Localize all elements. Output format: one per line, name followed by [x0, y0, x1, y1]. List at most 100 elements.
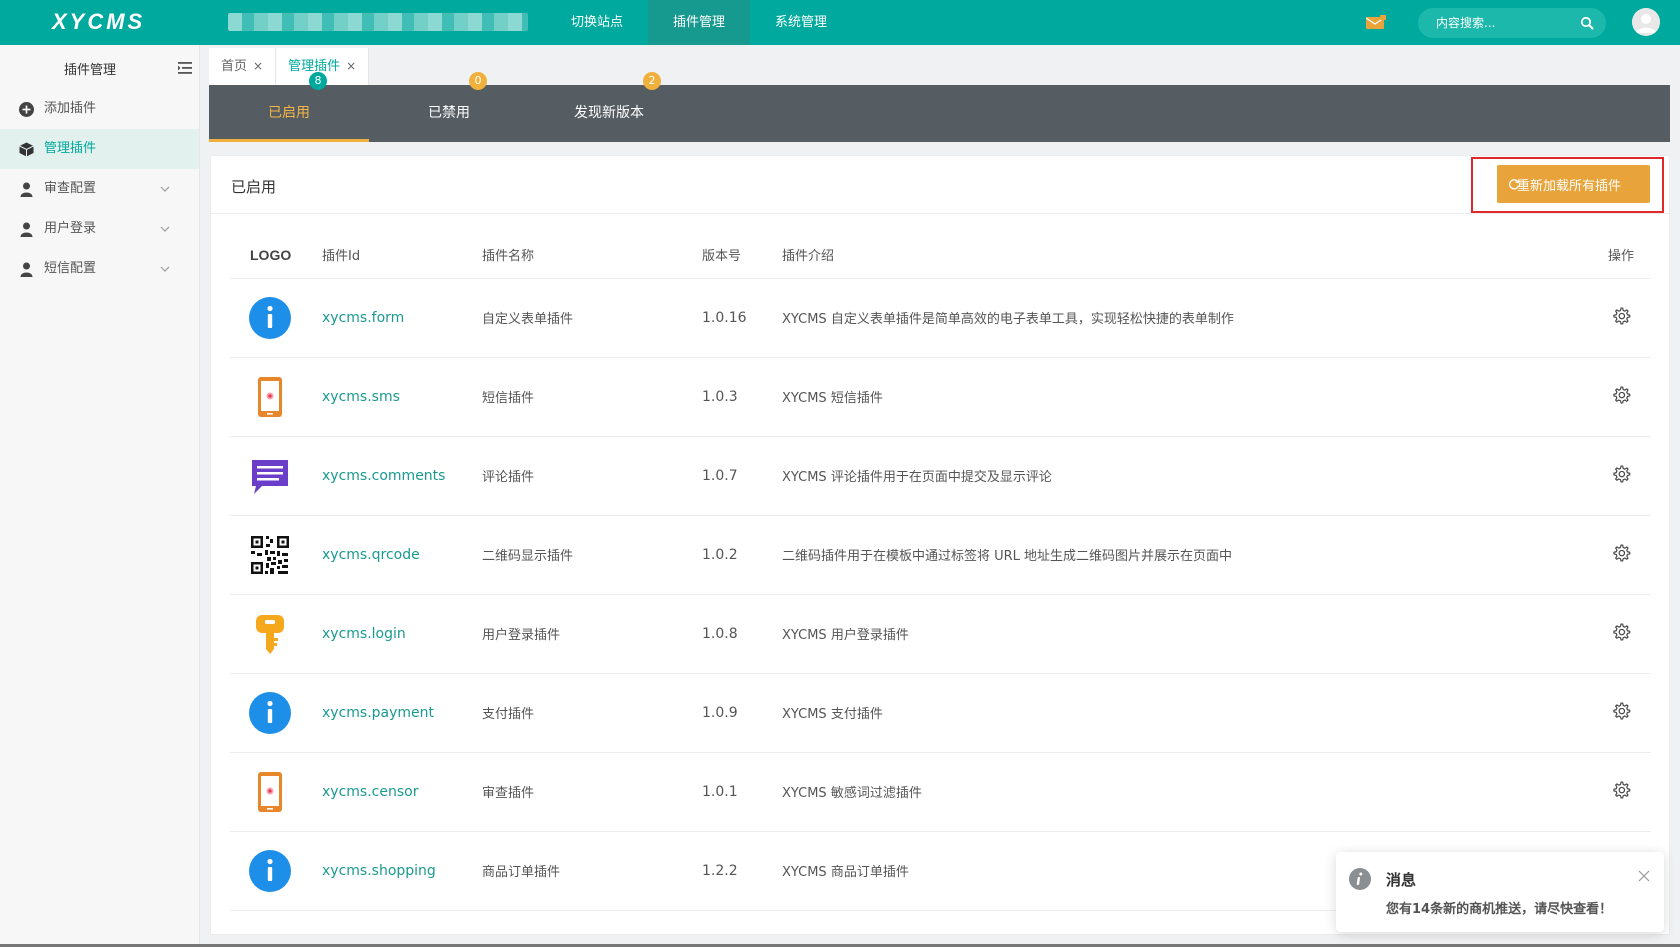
chevron-down-icon: [160, 226, 170, 232]
plugin-version: 1.0.3: [702, 357, 782, 437]
plugin-actions-cell: [1591, 673, 1651, 753]
notification-toast: 消息 您有14条新的商机推送，请尽快查看！: [1336, 852, 1664, 932]
brand-logo[interactable]: XYCMS: [52, 9, 145, 35]
plugin-id-link[interactable]: xycms.form: [322, 278, 482, 358]
plugin-id-link[interactable]: xycms.qrcode: [322, 515, 482, 595]
plugin-logo-cell: [230, 673, 322, 753]
topnav-system-management[interactable]: 系统管理: [750, 0, 852, 45]
close-icon[interactable]: ×: [346, 59, 356, 73]
count-badge: 8: [309, 72, 327, 90]
plugin-version: 1.0.7: [702, 436, 782, 516]
info-icon: [1349, 868, 1371, 890]
sidebar-item-add-plugin[interactable]: 添加插件: [0, 89, 199, 129]
plugin-description: XYCMS 自定义表单插件是简单高效的电子表单工具，实现轻松快捷的表单制作: [782, 278, 1591, 358]
plugin-description: XYCMS 敏感词过滤插件: [782, 752, 1591, 832]
plugin-version: 1.2.2: [702, 831, 782, 911]
sidebar-item-censor-config[interactable]: 审查配置: [0, 169, 199, 209]
reload-all-plugins-button[interactable]: 重新加载所有插件: [1497, 165, 1650, 203]
search-input[interactable]: [1436, 8, 1576, 38]
plugin-description: XYCMS 短信插件: [782, 357, 1591, 437]
plugin-id-link[interactable]: xycms.censor: [322, 752, 482, 832]
close-icon[interactable]: ×: [253, 59, 263, 73]
notification-title: 消息: [1386, 871, 1417, 889]
plugin-name: 二维码显示插件: [482, 515, 702, 595]
page-tabs: 首页 × 管理插件 ×: [209, 48, 370, 85]
plugin-version: 1.0.2: [702, 515, 782, 595]
plugin-actions-cell: [1591, 752, 1651, 832]
column-header-id: 插件Id: [322, 232, 482, 279]
sidebar-item-manage-plugin[interactable]: 管理插件: [0, 129, 199, 169]
plugin-id-link[interactable]: xycms.shopping: [322, 831, 482, 911]
plugin-version: 1.0.16: [702, 278, 782, 358]
plugin-logo-cell: [230, 831, 322, 911]
close-icon[interactable]: [1638, 870, 1650, 882]
plugin-description: XYCMS 用户登录插件: [782, 594, 1591, 674]
gear-icon[interactable]: [1611, 385, 1631, 405]
blurred-site-name: [228, 13, 528, 31]
sidebar-item-user-login[interactable]: 用户登录: [0, 209, 199, 249]
sidebar-item-sms-config[interactable]: 短信配置: [0, 249, 199, 289]
mail-icon[interactable]: [1366, 15, 1386, 30]
plugin-table: LOGO 插件Id 插件名称 版本号 插件介绍 操作 xycms.form 自定义…: [230, 232, 1651, 911]
plugin-logo-cell: [230, 594, 322, 674]
plugin-id-link[interactable]: xycms.login: [322, 594, 482, 674]
avatar[interactable]: [1632, 8, 1660, 36]
plugin-logo-cell: [230, 515, 322, 595]
top-bar: XYCMS 切换站点 插件管理 系统管理: [0, 0, 1680, 45]
table-row: xycms.login 用户登录插件 1.0.8 XYCMS 用户登录插件: [230, 594, 1651, 674]
count-badge: 0: [469, 72, 487, 90]
plugin-status-tabs: 已启用 8 已禁用 0 发现新版本 2: [209, 72, 1670, 142]
plugin-id-link[interactable]: xycms.comments: [322, 436, 482, 516]
table-row: xycms.qrcode 二维码显示插件 1.0.2 二维码插件用于在模板中通过标签将…: [230, 515, 1651, 595]
plugin-name: 评论插件: [482, 436, 702, 516]
topnav-plugin-management[interactable]: 插件管理: [648, 0, 751, 45]
plugin-version: 1.0.9: [702, 673, 782, 753]
user-icon: [20, 262, 33, 277]
reload-label: 重新加载所有插件: [1517, 178, 1622, 194]
plugin-name: 支付插件: [482, 673, 702, 753]
plugin-actions-cell: [1591, 436, 1651, 516]
search-box: [1418, 8, 1606, 38]
cube-icon: [19, 142, 34, 157]
tab-home[interactable]: 首页 ×: [209, 48, 277, 85]
key-icon: [248, 612, 292, 656]
chevron-down-icon: [160, 186, 170, 192]
plugin-id-link[interactable]: xycms.payment: [322, 673, 482, 753]
user-avatar-icon: [1632, 8, 1660, 36]
tab-enabled[interactable]: 已启用 8: [209, 72, 369, 142]
plugin-version: 1.0.8: [702, 594, 782, 674]
plugin-id-link[interactable]: xycms.sms: [322, 357, 482, 437]
tab-disabled[interactable]: 已禁用 0: [369, 72, 529, 142]
sidebar-header: 插件管理: [0, 45, 199, 89]
gear-icon[interactable]: [1611, 622, 1631, 642]
sidebar-item-label: 短信配置: [44, 261, 97, 276]
info-icon: [248, 296, 292, 340]
gear-icon[interactable]: [1611, 701, 1631, 721]
topnav-switch-site[interactable]: 切换站点: [546, 0, 648, 45]
plugin-name: 审查插件: [482, 752, 702, 832]
gear-icon[interactable]: [1611, 780, 1631, 800]
sidebar-item-label: 管理插件: [44, 141, 97, 156]
plugin-actions-cell: [1591, 357, 1651, 437]
refresh-icon: [1509, 179, 1520, 190]
notification-message: 您有14条新的商机推送，请尽快查看！: [1386, 902, 1613, 917]
tab-label: 发现新版本: [574, 105, 644, 121]
gear-icon[interactable]: [1611, 543, 1631, 563]
qrcode-icon: [248, 533, 292, 577]
tab-label: 首页: [221, 59, 248, 74]
plugin-logo-cell: [230, 436, 322, 516]
tab-label: 已启用: [268, 105, 310, 121]
menu-toggle-icon[interactable]: [178, 62, 192, 74]
gear-icon[interactable]: [1611, 464, 1631, 484]
count-badge: 2: [643, 72, 661, 90]
panel-title: 已启用: [231, 178, 277, 196]
tab-new-version[interactable]: 发现新版本 2: [529, 72, 689, 142]
plugin-panel: 已启用 重新加载所有插件 LOGO 插件Id 插件名称 版本号 插件介绍 操作 …: [210, 155, 1670, 935]
search-icon[interactable]: [1580, 16, 1594, 30]
table-header-row: LOGO 插件Id 插件名称 版本号 插件介绍 操作: [230, 232, 1651, 279]
plugin-name: 短信插件: [482, 357, 702, 437]
plugin-logo-cell: [230, 357, 322, 437]
user-icon: [20, 222, 33, 237]
sidebar-title: 插件管理: [64, 63, 117, 78]
gear-icon[interactable]: [1611, 306, 1631, 326]
